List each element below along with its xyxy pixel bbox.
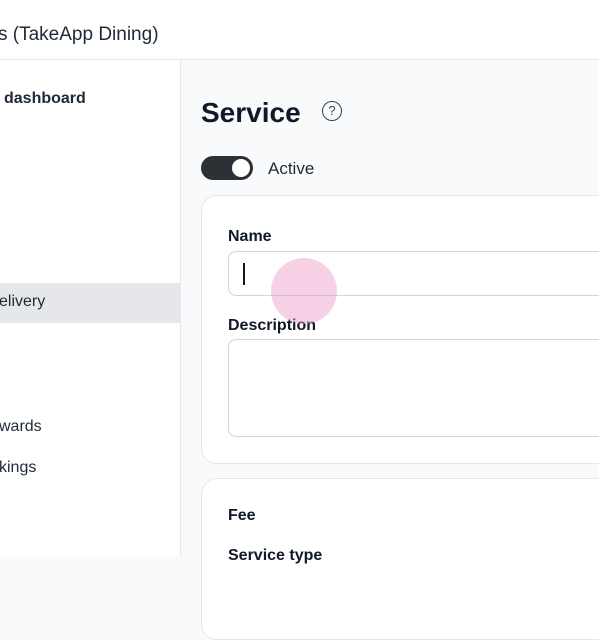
sidebar-item-bookings[interactable]: kings <box>0 449 180 489</box>
sidebar: dashboard elivery wards kings <box>0 60 181 557</box>
app-title: s (TakeApp Dining) <box>0 24 159 45</box>
service-type-label: Service type <box>228 547 323 564</box>
title-bar: s (TakeApp Dining) <box>0 0 599 60</box>
description-label: Description <box>228 317 317 334</box>
active-toggle-label: Active <box>268 159 315 178</box>
name-input[interactable] <box>228 251 599 296</box>
fee-card: Fee Service type <box>201 478 599 640</box>
help-icon[interactable]: ? <box>322 101 342 121</box>
active-toggle[interactable] <box>201 156 253 180</box>
main-content: Service ? Active Name Description Fee Se… <box>181 60 599 640</box>
name-label: Name <box>228 228 272 245</box>
sidebar-item-delivery[interactable]: elivery <box>0 283 180 323</box>
page-title: Service <box>201 97 301 128</box>
toggle-knob <box>232 159 250 177</box>
service-details-card: Name Description <box>201 195 599 464</box>
sidebar-item-label: kings <box>0 459 37 476</box>
sidebar-item-label: elivery <box>0 293 46 310</box>
sidebar-item-dashboard[interactable]: dashboard <box>0 80 180 120</box>
sidebar-item-label: dashboard <box>4 90 86 107</box>
description-textarea[interactable] <box>228 339 599 437</box>
sidebar-item-label: wards <box>0 418 42 435</box>
text-cursor <box>243 263 245 285</box>
sidebar-item-rewards[interactable]: wards <box>0 408 180 448</box>
fee-title: Fee <box>228 507 256 524</box>
